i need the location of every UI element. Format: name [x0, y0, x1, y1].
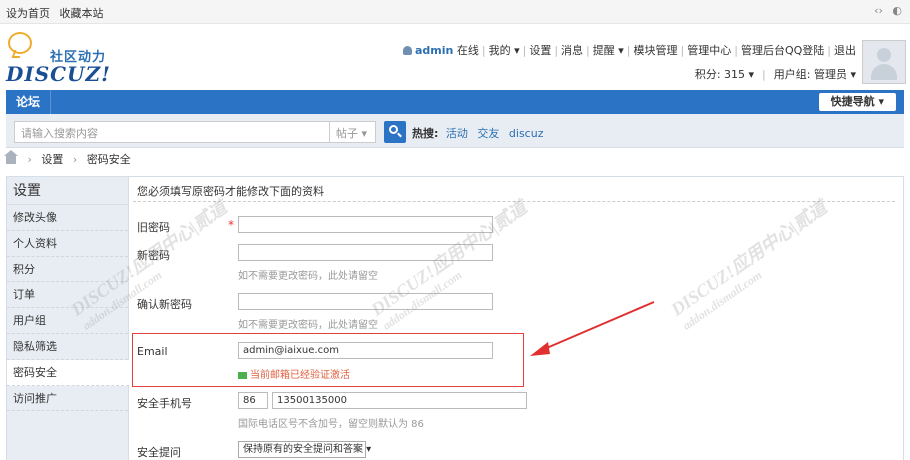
divider	[133, 201, 895, 202]
sidebar-item-password-security[interactable]: 密码安全	[7, 359, 129, 386]
hot-search-label: 热搜:	[412, 127, 439, 140]
quick-nav-button[interactable]: 快捷导航 ▾	[818, 93, 896, 111]
sidebar-item-privacy[interactable]: 隐私筛选	[7, 334, 128, 360]
confirm-password-input[interactable]	[238, 293, 493, 310]
nav-module-admin[interactable]: 模块管理	[634, 44, 678, 57]
phone-hint: 国际电话区号不含加号，留空则默认为 86	[238, 419, 424, 430]
email-label: Email	[137, 345, 168, 358]
nav-forum-tab[interactable]: 论坛	[6, 90, 52, 114]
breadcrumb-password-security: 密码安全	[86, 153, 131, 166]
required-mark: *	[228, 218, 234, 232]
username-link[interactable]: admin	[415, 44, 453, 57]
avatar[interactable]	[862, 40, 906, 84]
home-icon[interactable]	[4, 150, 18, 164]
sidebar-item-profile[interactable]: 个人资料	[7, 231, 128, 257]
email-input[interactable]: admin@iaixue.com	[238, 342, 493, 359]
bookmark-link[interactable]: 收藏本站	[60, 7, 104, 20]
nav-logout[interactable]: 退出	[834, 44, 856, 57]
hot-term-friends[interactable]: 交友	[477, 127, 499, 140]
code-icon[interactable]: ‹›	[874, 4, 883, 17]
security-question-select[interactable]: 保持原有的安全提问和答案 ▾	[238, 441, 371, 458]
online-status: 在线	[456, 44, 479, 57]
new-password-label: 新密码	[137, 249, 170, 262]
sidebar-item-credits[interactable]: 积分	[7, 257, 128, 283]
search-input[interactable]: 请输入搜索内容	[14, 121, 330, 143]
sidebar-item-avatar[interactable]: 修改头像	[7, 205, 128, 231]
logo-bubble-icon	[8, 32, 32, 54]
avatar-body-icon	[871, 64, 897, 80]
hot-term-discuz[interactable]: discuz	[509, 127, 544, 140]
email-verified-status: 当前邮箱已经验证激活	[238, 366, 350, 381]
sidebar-item-promotion[interactable]: 访问推广	[7, 386, 128, 412]
user-icon	[402, 46, 412, 55]
header: 社区动力 DISCUZ! admin 在线 | 我的 ▾ | 设置 | 消息 | 提醒 ▾ | 模块…	[0, 24, 910, 90]
top-right-icons: ‹› ◐	[868, 4, 902, 17]
settings-sidebar: 设置 修改头像 个人资料 积分 订单 用户组 隐私筛选 密码安全 访问推广	[6, 176, 129, 460]
avatar-head-icon	[877, 48, 891, 62]
security-question-label: 安全提问	[137, 446, 181, 459]
breadcrumb-settings[interactable]: 设置	[41, 153, 63, 166]
password-security-form: 您必须填写原密码才能修改下面的资料 旧密码 * 新密码 如不需要更改密码，此处请…	[129, 176, 904, 460]
confirm-password-label: 确认新密码	[137, 298, 192, 311]
user-nav: admin 在线 | 我的 ▾ | 设置 | 消息 | 提醒 ▾ | 模块管理 | 管理中心 | 管理后台Q…	[402, 42, 856, 58]
sidebar-item-orders[interactable]: 订单	[7, 282, 128, 309]
search-type-select[interactable]: 帖子 ▾	[330, 121, 376, 143]
nav-settings[interactable]: 设置	[529, 44, 551, 57]
confirm-password-hint: 如不需要更改密码，此处请留空	[238, 320, 378, 331]
sidebar-title: 设置	[7, 177, 128, 205]
nav-admin-center[interactable]: 管理中心	[687, 44, 731, 57]
theme-icon[interactable]: ◐	[892, 4, 902, 17]
new-password-input[interactable]	[238, 244, 493, 261]
top-bar: 设为首页 收藏本站 ‹› ◐	[0, 0, 910, 24]
nav-reminders[interactable]: 提醒 ▾	[593, 44, 624, 57]
old-password-label: 旧密码	[137, 221, 170, 234]
logo-en-text: DISCUZ!	[6, 62, 111, 86]
phone-code-input[interactable]: 86	[238, 392, 268, 409]
old-password-input[interactable]	[238, 216, 493, 233]
nav-messages[interactable]: 消息	[561, 44, 583, 57]
search-bar: 请输入搜索内容 帖子 ▾ 热搜: 活动 交友 discuz	[6, 114, 904, 148]
user-stats: 积分: 315 ▾ | 用户组: 管理员 ▾	[694, 68, 856, 81]
credits-dropdown[interactable]: 积分: 315 ▾	[695, 68, 754, 81]
top-links: 设为首页 收藏本站	[6, 5, 110, 21]
email-verified-text: 当前邮箱已经验证激活	[250, 370, 350, 381]
discuz-logo[interactable]: 社区动力 DISCUZ!	[6, 32, 116, 86]
search-button[interactable]	[384, 121, 406, 143]
breadcrumb: › 设置 › 密码安全	[4, 150, 131, 170]
set-home-link[interactable]: 设为首页	[6, 7, 50, 20]
usergroup-dropdown[interactable]: 用户组: 管理员 ▾	[774, 68, 856, 81]
form-notice: 您必须填写原密码才能修改下面的资料	[137, 185, 324, 198]
phone-label: 安全手机号	[137, 397, 192, 410]
nav-my[interactable]: 我的 ▾	[489, 44, 520, 57]
hot-search: 热搜: 活动 交友 discuz	[412, 125, 549, 141]
mail-icon	[238, 372, 247, 379]
nav-qq-login[interactable]: 管理后台QQ登陆	[741, 44, 824, 57]
hot-term-activity[interactable]: 活动	[446, 127, 468, 140]
phone-number-input[interactable]: 13500135000	[272, 392, 527, 409]
sidebar-item-usergroup[interactable]: 用户组	[7, 308, 128, 334]
main-nav-bar: 论坛 快捷导航 ▾	[6, 90, 904, 114]
annotation-arrow-icon	[530, 301, 655, 356]
new-password-hint: 如不需要更改密码，此处请留空	[238, 271, 378, 282]
